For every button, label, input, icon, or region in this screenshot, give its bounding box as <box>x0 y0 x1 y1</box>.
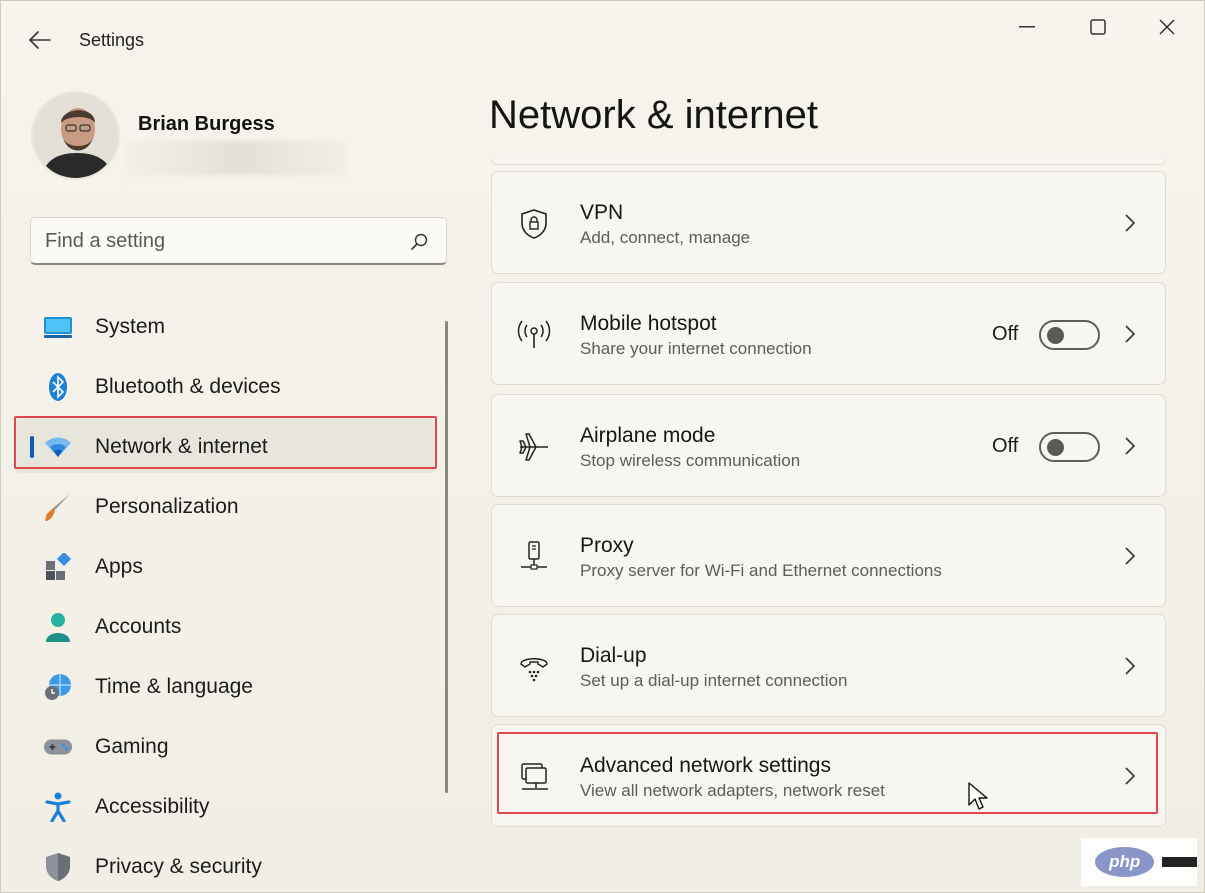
card-subtitle: Set up a dial-up internet connection <box>580 671 848 690</box>
sidebar-item-label: Personalization <box>95 495 239 518</box>
proxy-icon <box>516 539 552 575</box>
sidebar-item-privacy-security[interactable]: Privacy & security <box>15 839 435 893</box>
app-title: Settings <box>79 30 145 50</box>
watermark-redacted <box>1162 857 1197 867</box>
globe-clock-icon <box>43 672 73 702</box>
toggle-state-label: Off <box>992 435 1019 457</box>
back-button[interactable] <box>23 25 57 55</box>
card-vpn[interactable]: VPN Add, connect, manage <box>491 171 1166 274</box>
sidebar-item-label: Accounts <box>95 615 182 638</box>
card-airplane-mode[interactable]: Airplane mode Stop wireless communicatio… <box>491 394 1166 497</box>
dialup-icon <box>516 649 552 685</box>
card-dial-up[interactable]: Dial-up Set up a dial-up internet connec… <box>491 614 1166 717</box>
chevron-right-icon <box>1125 437 1136 455</box>
minimize-icon <box>1019 26 1035 28</box>
toggle-knob <box>1047 327 1064 344</box>
network-adapter-icon <box>516 759 552 795</box>
card-title: VPN <box>580 201 624 224</box>
sidebar-item-network[interactable]: Network & internet <box>15 419 435 473</box>
mouse-cursor-icon <box>968 782 988 810</box>
selection-indicator <box>30 436 34 458</box>
system-icon <box>43 312 73 342</box>
sidebar-item-label: Bluetooth & devices <box>95 375 281 398</box>
hotspot-icon <box>516 317 552 353</box>
card-title: Airplane mode <box>580 424 716 447</box>
card-mobile-hotspot[interactable]: Mobile hotspot Share your internet conne… <box>491 282 1166 385</box>
vpn-shield-icon <box>516 206 552 242</box>
bluetooth-icon <box>43 372 73 402</box>
toggle-knob <box>1047 439 1064 456</box>
minimize-button[interactable] <box>1004 11 1050 43</box>
gamepad-icon <box>43 732 73 762</box>
watermark: php <box>1081 838 1197 886</box>
sidebar-scrollbar[interactable] <box>445 321 448 793</box>
card-subtitle: View all network adapters, network reset <box>580 781 885 800</box>
avatar[interactable] <box>31 91 120 180</box>
sidebar-item-apps[interactable]: Apps <box>15 539 435 593</box>
close-icon <box>1159 19 1175 35</box>
chevron-right-icon <box>1125 325 1136 343</box>
user-email-redacted <box>125 141 347 175</box>
watermark-logo: php <box>1095 847 1155 877</box>
search-box[interactable] <box>30 217 447 265</box>
airplane-icon <box>516 429 552 465</box>
sidebar-item-system[interactable]: System <box>15 299 435 353</box>
hotspot-toggle[interactable] <box>1039 320 1100 350</box>
previous-card-edge <box>491 159 1166 165</box>
wifi-icon <box>43 432 73 462</box>
card-title: Mobile hotspot <box>580 312 717 335</box>
card-proxy[interactable]: Proxy Proxy server for Wi-Fi and Etherne… <box>491 504 1166 607</box>
sidebar-item-label: System <box>95 315 166 338</box>
sidebar-item-label: Gaming <box>95 735 169 758</box>
sidebar-item-personalization[interactable]: Personalization <box>15 479 435 533</box>
sidebar-item-accounts[interactable]: Accounts <box>15 599 435 653</box>
card-subtitle: Proxy server for Wi-Fi and Ethernet conn… <box>580 561 942 580</box>
toggle-state-label: Off <box>992 323 1019 345</box>
card-subtitle: Stop wireless communication <box>580 451 801 470</box>
chevron-right-icon <box>1125 214 1136 232</box>
card-title: Dial-up <box>580 644 647 667</box>
accessibility-icon <box>43 792 73 822</box>
search-icon[interactable] <box>410 232 430 252</box>
card-title: Proxy <box>580 534 634 557</box>
close-button[interactable] <box>1144 11 1190 43</box>
maximize-button[interactable] <box>1075 11 1121 43</box>
card-title: Advanced network settings <box>580 754 831 777</box>
person-icon <box>43 612 73 642</box>
brush-icon <box>43 492 73 522</box>
maximize-icon <box>1090 19 1106 35</box>
card-advanced-network-settings[interactable]: Advanced network settings View all netwo… <box>491 724 1166 827</box>
arrow-left-icon <box>29 31 51 49</box>
settings-window: Settings Brian Burgess Find a setting Sy… <box>0 0 1205 893</box>
chevron-right-icon <box>1125 767 1136 785</box>
page-title: Network & internet <box>489 93 819 137</box>
sidebar-item-bluetooth[interactable]: Bluetooth & devices <box>15 359 435 413</box>
chevron-right-icon <box>1125 657 1136 675</box>
sidebar-item-accessibility[interactable]: Accessibility <box>15 779 435 833</box>
shield-icon <box>43 852 73 882</box>
sidebar-item-gaming[interactable]: Gaming <box>15 719 435 773</box>
airplane-mode-toggle[interactable] <box>1039 432 1100 462</box>
apps-icon <box>43 552 73 582</box>
card-subtitle: Add, connect, manage <box>580 228 751 247</box>
sidebar-item-label: Apps <box>95 555 143 578</box>
user-photo-icon <box>33 93 118 178</box>
user-name: Brian Burgess <box>138 113 275 135</box>
sidebar-item-label: Privacy & security <box>95 855 262 878</box>
sidebar-item-time-language[interactable]: Time & language <box>15 659 435 713</box>
title-bar: Settings <box>1 1 1204 79</box>
chevron-right-icon <box>1125 547 1136 565</box>
card-subtitle: Share your internet connection <box>580 339 812 358</box>
sidebar-item-label: Network & internet <box>95 435 268 458</box>
sidebar-item-label: Time & language <box>95 675 253 698</box>
sidebar-item-label: Accessibility <box>95 795 210 818</box>
search-input[interactable] <box>45 226 405 256</box>
